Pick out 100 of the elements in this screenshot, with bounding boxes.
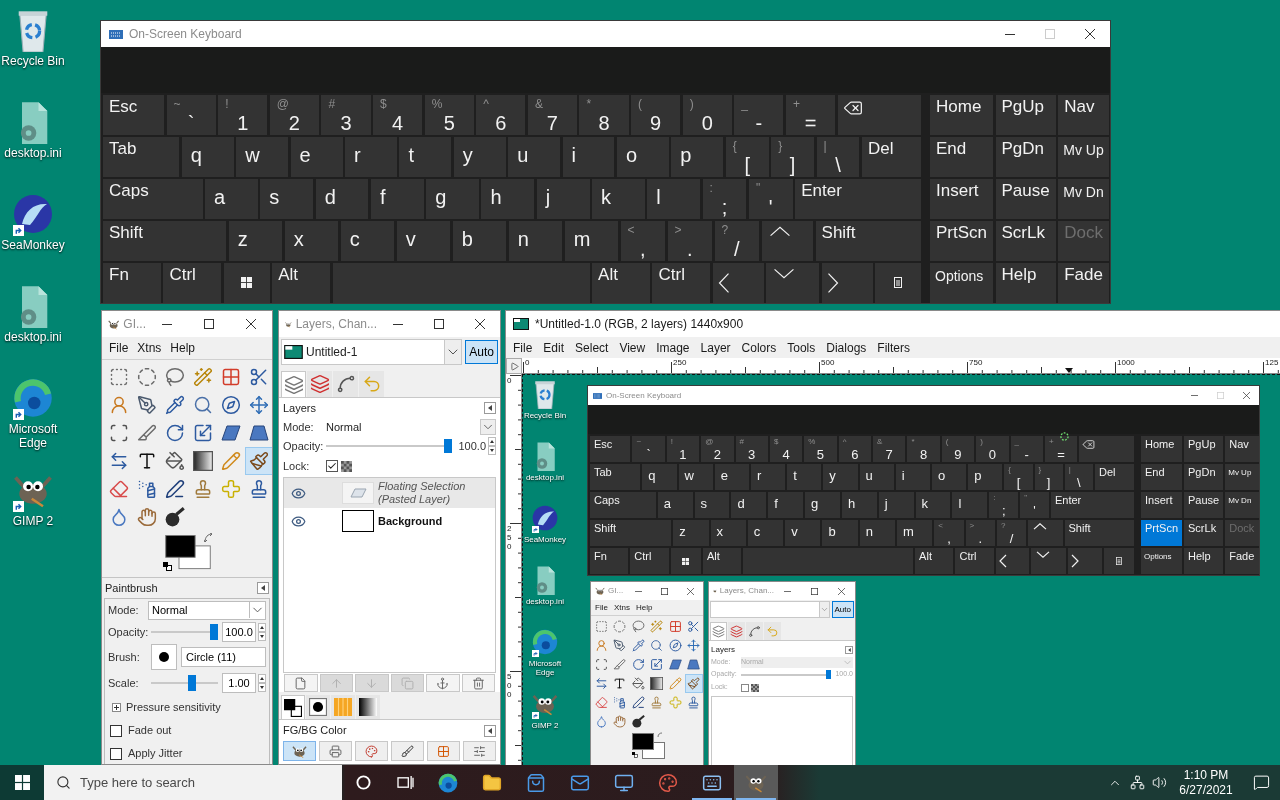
keyboard-key[interactable]: " ': [748, 179, 793, 219]
keyboard-key[interactable]: ? /: [714, 221, 760, 261]
keyboard-key[interactable]: * 8: [579, 95, 629, 135]
desktop-shortcut[interactable]: Recycle Bin: [0, 8, 66, 100]
dock-tab[interactable]: [306, 695, 330, 719]
keyboard-key[interactable]: $ 4: [373, 95, 423, 135]
desktop-shortcut[interactable]: GIMP 2: [523, 689, 567, 751]
keyboard-key[interactable]: Insert: [930, 179, 994, 219]
brush-name-field[interactable]: Circle (11): [181, 647, 266, 667]
expander-label[interactable]: Pressure sensitivity: [126, 698, 221, 716]
keyboard-key[interactable]: Pause: [1184, 492, 1224, 518]
keyboard-key[interactable]: _ -: [1010, 436, 1043, 462]
keyboard-key[interactable]: Esc: [590, 436, 631, 462]
checkbox[interactable]: [110, 747, 122, 760]
keyboard-key[interactable]: : ;: [989, 492, 1019, 518]
backspace-key[interactable]: [837, 95, 922, 135]
opacity-value-field[interactable]: 100.0: [452, 437, 486, 455]
slider-thumb[interactable]: [444, 439, 452, 453]
tool-button[interactable]: [647, 674, 666, 693]
keyboard-key[interactable]: { [: [1004, 464, 1033, 490]
arrow-key[interactable]: [1031, 548, 1067, 574]
search-field[interactable]: Type here to search: [44, 765, 342, 800]
swap-colors-icon[interactable]: [204, 533, 213, 543]
keyboard-key[interactable]: Home: [1141, 436, 1182, 462]
keyboard-key[interactable]: b: [452, 221, 507, 261]
keyboard-key[interactable]: Ctrl: [652, 263, 711, 303]
keyboard-key[interactable]: f: [768, 492, 804, 518]
keyboard-key[interactable]: Enter: [795, 179, 921, 219]
keyboard-key[interactable]: h: [481, 179, 535, 219]
keyboard-key[interactable]: k: [592, 179, 645, 219]
swap-colors-icon[interactable]: [657, 732, 663, 738]
keyboard-key[interactable]: ? /: [996, 520, 1027, 546]
panel-menu-button[interactable]: [484, 402, 496, 414]
keyboard-key[interactable]: Esc: [103, 95, 165, 135]
spin-arrows-icon[interactable]: [488, 437, 496, 455]
panel-menu-button[interactable]: [257, 582, 269, 594]
keyboard-key[interactable]: ) 0: [682, 95, 732, 135]
keyboard-key[interactable]: ) 0: [976, 436, 1009, 462]
slider-thumb[interactable]: [187, 675, 196, 691]
keyboard-key[interactable]: PrtScn: [930, 221, 994, 261]
keyboard-key[interactable]: t: [787, 464, 822, 490]
keyboard-key[interactable]: " ': [1020, 492, 1049, 518]
menu-key[interactable]: [875, 263, 921, 303]
keyboard-key[interactable]: i: [562, 137, 615, 177]
keyboard-key[interactable]: Fn: [590, 548, 629, 574]
keyboard-key[interactable]: @ 2: [269, 95, 319, 135]
spin-arrows-icon[interactable]: [258, 674, 266, 692]
keyboard-key[interactable]: p: [671, 137, 724, 177]
keyboard-key[interactable]: | \: [816, 137, 860, 177]
menu-item[interactable]: File: [595, 601, 608, 614]
keyboard-key[interactable]: Caps: [590, 492, 656, 518]
keyboard-key[interactable]: Mv Dn: [1225, 492, 1259, 518]
keyboard-key[interactable]: + =: [1044, 436, 1078, 462]
keyboard-key[interactable]: Shift: [103, 221, 227, 261]
image-selector[interactable]: Untitled-1: [281, 339, 463, 365]
layer-row[interactable]: Floating Selection (Pasted Layer): [284, 478, 495, 508]
keyboard-key[interactable]: ^ 6: [476, 95, 526, 135]
dock-tab[interactable]: [333, 371, 358, 397]
keyboard-key[interactable]: & 7: [873, 436, 906, 462]
menu-item[interactable]: Edit: [543, 338, 565, 357]
opacity-value-field[interactable]: 100.0: [222, 622, 256, 642]
keyboard-key[interactable]: Mv Up: [1058, 137, 1109, 177]
keyboard-key[interactable]: ~ `: [632, 436, 665, 462]
keyboard-key[interactable]: # 3: [735, 436, 768, 462]
keyboard-key[interactable]: Shift: [815, 221, 921, 261]
layer-action-button[interactable]: [426, 674, 460, 692]
reset-colors-icon[interactable]: [632, 752, 638, 758]
keyboard-key[interactable]: Options: [930, 263, 994, 303]
keyboard-key[interactable]: ScrLk: [995, 221, 1056, 261]
keyboard-key[interactable]: PrtScn: [1141, 520, 1182, 546]
clock-button[interactable]: 1:10 PM 6/27/2021: [1170, 765, 1242, 800]
keyboard-key[interactable]: > .: [965, 520, 995, 546]
menu-item[interactable]: Help: [635, 601, 653, 614]
checkbox[interactable]: [326, 460, 338, 472]
keyboard-key[interactable]: Tab: [590, 464, 641, 490]
panel-menu-button[interactable]: [845, 645, 853, 654]
keyboard-key[interactable]: Nav: [1058, 95, 1109, 135]
opacity-slider[interactable]: [741, 670, 831, 679]
keyboard-key[interactable]: r: [750, 464, 786, 490]
keyboard-key[interactable]: * 8: [907, 436, 940, 462]
keyboard-key[interactable]: Nav: [1225, 436, 1259, 462]
keyboard-key[interactable]: n: [508, 221, 563, 261]
keyboard-key[interactable]: Ctrl: [955, 548, 994, 574]
desktop-shortcut[interactable]: SeaMonkey: [0, 192, 66, 284]
keyboard-key[interactable]: PgUp: [1184, 436, 1224, 462]
panel-menu-button[interactable]: [484, 724, 496, 737]
opacity-slider[interactable]: [326, 439, 452, 453]
keyboard-key[interactable]: # 3: [321, 95, 371, 135]
keyboard-key[interactable]: z: [673, 520, 709, 546]
dock-tab[interactable]: [356, 695, 380, 719]
keyboard-key[interactable]: m: [564, 221, 619, 261]
keyboard-key[interactable]: } ]: [1034, 464, 1063, 490]
menu-key[interactable]: [1103, 548, 1135, 574]
keyboard-key[interactable]: v: [785, 520, 821, 546]
keyboard-key[interactable]: q: [181, 137, 234, 177]
keyboard-key[interactable]: w: [236, 137, 289, 177]
keyboard-key[interactable]: } ]: [771, 137, 814, 177]
plus-box-icon[interactable]: [112, 702, 121, 712]
keyboard-key[interactable]: a: [205, 179, 258, 219]
keyboard-key[interactable]: Help: [1184, 548, 1224, 574]
